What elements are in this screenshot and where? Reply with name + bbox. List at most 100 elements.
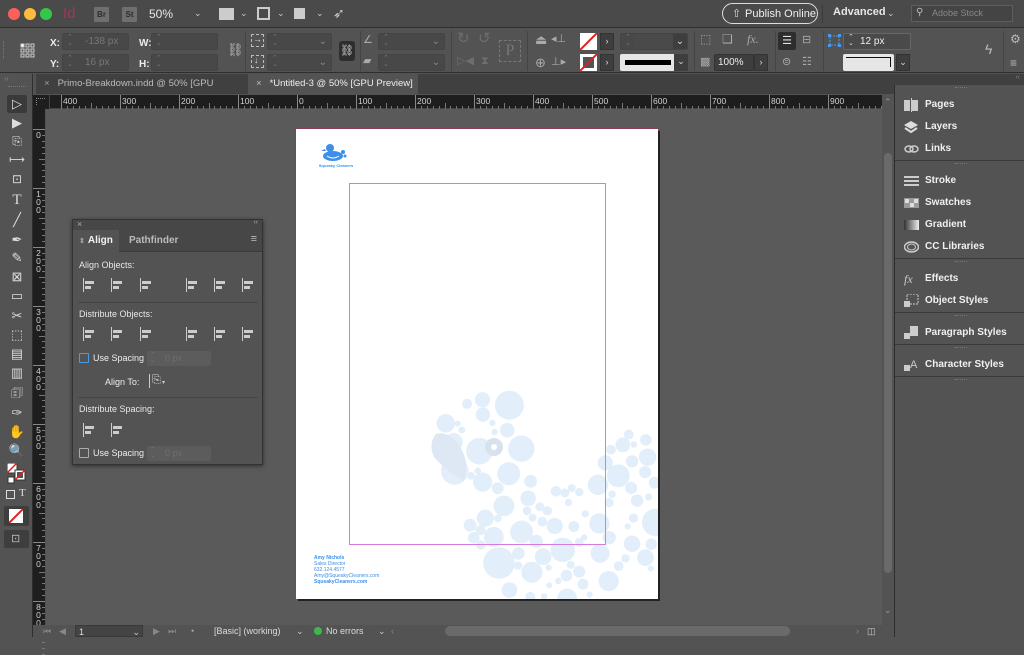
errors-dropdown-icon[interactable]: ⌄ <box>378 625 386 637</box>
distribute-objects-1-icon[interactable] <box>82 327 96 341</box>
stock-button[interactable]: St <box>122 7 137 22</box>
flip-vertical-icon[interactable]: ⧗ <box>481 55 489 68</box>
x-position-field[interactable]: ⌃ ⌄ -138 px <box>62 33 129 50</box>
page-number-field[interactable]: 1 ⌄ <box>75 625 143 637</box>
settings-gear-icon[interactable]: ⚙ <box>1010 33 1021 46</box>
fill-stroke-swatch-icon[interactable] <box>7 463 27 485</box>
page-tool-icon[interactable]: ⎘ <box>7 132 27 150</box>
select-next-object-icon[interactable]: ⊥▸ <box>551 56 566 69</box>
note-tool-icon[interactable]: 🗊 <box>7 384 27 402</box>
formatting-container-icon[interactable] <box>6 490 15 499</box>
panel-cc-libraries[interactable]: CC Libraries <box>895 236 1024 258</box>
shear-angle-field[interactable]: ⌃ ⌄ ⌄ <box>378 54 445 71</box>
rotate-clockwise-icon[interactable]: ↻ <box>457 31 470 46</box>
panel-object-styles[interactable]: Object Styles <box>895 290 1024 312</box>
panel-effects[interactable]: fx Effects <box>895 268 1024 290</box>
wrap-around-bounding-box-button[interactable]: ☰ <box>778 32 796 50</box>
tab-primo-breakdown[interactable]: ×Primo-Breakdown.indd @ 50% [GPU Preview… <box>36 74 246 109</box>
rectangle-frame-tool-icon[interactable]: ⊠ <box>7 268 27 286</box>
opacity-field[interactable]: 100% <box>714 54 754 71</box>
rotation-angle-field[interactable]: ⌃ ⌄ ⌄ <box>378 33 445 50</box>
select-previous-object-icon[interactable]: ◂⊥ <box>551 33 566 46</box>
preflight-icon[interactable]: ◔ <box>189 625 194 637</box>
zoom-level[interactable]: 50% <box>149 7 173 21</box>
use-spacing-checkbox-1[interactable] <box>79 353 89 363</box>
wrap-around-shape-icon[interactable]: ⊟ <box>802 34 811 47</box>
zoom-tool-icon[interactable]: 🔍 <box>7 442 27 460</box>
line-tool-icon[interactable]: ╱ <box>7 211 27 229</box>
content-collector-tool-icon[interactable]: ⊡ <box>7 170 27 188</box>
fill-swatch-dropdown[interactable]: › <box>600 33 614 50</box>
stroke-style-preview[interactable] <box>843 54 894 71</box>
scissors-tool-icon[interactable]: ✂ <box>7 307 27 325</box>
scroll-right-icon[interactable]: › <box>856 625 859 637</box>
distribute-objects-5-icon[interactable] <box>213 327 227 341</box>
preflight-errors[interactable]: No errors <box>326 625 364 637</box>
direct-selection-tool-icon[interactable]: ▶ <box>7 114 27 132</box>
align-objects-4-icon[interactable] <box>185 278 199 292</box>
formatting-text-icon[interactable]: T <box>19 487 26 499</box>
view-options-icon[interactable] <box>219 8 234 20</box>
stroke-swatch-dropdown[interactable]: › <box>600 54 614 71</box>
hand-tool-icon[interactable]: ✋ <box>7 423 27 441</box>
scroll-left-icon[interactable]: ‹ <box>391 625 394 637</box>
distribute-spacing-2-icon[interactable] <box>110 423 124 437</box>
opacity-dropdown[interactable]: › <box>754 54 768 71</box>
align-objects-2-icon[interactable] <box>110 278 124 292</box>
gradient-feather-tool-icon[interactable]: ▥ <box>7 364 27 382</box>
close-window-button[interactable] <box>8 8 20 20</box>
scale-y-field[interactable]: ⌃ ⌄ ⌄ <box>267 54 332 71</box>
corner-options-icon[interactable]: ⬚ <box>700 33 711 46</box>
adobe-stock-search[interactable]: ⚲ Adobe Stock <box>911 5 1013 22</box>
distribute-objects-3-icon[interactable] <box>139 327 153 341</box>
horizontal-ruler[interactable]: 400 300 200 100 0 100 200 300 400 500 600 700 800 900 <box>50 95 883 109</box>
ruler-origin[interactable] <box>33 95 50 109</box>
document-page[interactable]: Squeaky Cleaners Amy Nichols Sales Direc… <box>296 129 658 599</box>
height-field[interactable]: ⌃ ⌄ <box>151 54 218 71</box>
panel-layers[interactable]: Layers <box>895 116 1024 138</box>
type-tool-icon[interactable]: T <box>7 191 27 209</box>
apply-none-button[interactable] <box>4 506 29 526</box>
gradient-swatch-tool-icon[interactable]: ▤ <box>7 345 27 363</box>
control-panel-menu-icon[interactable]: ≡ <box>1010 57 1017 70</box>
reference-point-icon[interactable] <box>20 43 36 59</box>
quick-apply-icon[interactable]: ϟ <box>985 42 992 56</box>
pen-tool-icon[interactable]: ✒ <box>7 231 27 249</box>
screen-mode-chevron-icon[interactable]: ⌄ <box>277 8 285 19</box>
panel-menu-icon[interactable]: ≡ <box>251 233 257 245</box>
jump-object-icon[interactable]: ⊜ <box>782 56 791 69</box>
rotate-counterclockwise-icon[interactable]: ↺ <box>478 31 491 46</box>
panel-gradient[interactable]: Gradient <box>895 214 1024 236</box>
panel-character-styles[interactable]: A Character Styles <box>895 354 1024 376</box>
screen-mode-button[interactable]: ⊡ <box>4 530 29 548</box>
close-panel-icon[interactable]: × <box>77 219 82 229</box>
stroke-none-swatch[interactable] <box>580 54 597 71</box>
view-options-chevron-icon[interactable]: ⌄ <box>240 8 248 19</box>
align-objects-3-icon[interactable] <box>139 278 153 292</box>
eyedropper-tool-icon[interactable]: ✑ <box>7 404 27 422</box>
profile-dropdown-icon[interactable]: ⌄ <box>296 625 304 637</box>
preflight-profile[interactable]: [Basic] (working) <box>214 625 281 637</box>
collapse-dock-icon[interactable]: ‹‹ <box>1015 74 1020 81</box>
stroke-weight-field[interactable]: ⌃ ⌄ ⌄ <box>620 33 688 50</box>
align-objects-6-icon[interactable] <box>241 278 255 292</box>
distribute-objects-2-icon[interactable] <box>110 327 124 341</box>
workspace-switcher[interactable]: Advanced <box>833 6 886 18</box>
workspace-chevron-icon[interactable]: ⌄ <box>887 8 895 19</box>
publish-online-button[interactable]: ⇧ Publish Online <box>722 3 818 24</box>
select-container-icon[interactable]: ⏏ <box>535 33 547 46</box>
zoom-dropdown-icon[interactable]: ⌄ <box>194 8 202 19</box>
close-tab-icon[interactable]: × <box>44 78 50 89</box>
arrange-documents-chevron-icon[interactable]: ⌄ <box>316 8 324 19</box>
distribute-objects-6-icon[interactable] <box>241 327 255 341</box>
previous-page-icon[interactable]: ◀ <box>59 625 66 637</box>
stroke-weight-px-field[interactable]: ⌃ ⌄ 12 px <box>843 33 911 50</box>
page-dropdown-icon[interactable]: ⌄ <box>132 626 140 638</box>
scale-x-field[interactable]: ⌃ ⌄ ⌄ <box>267 33 332 50</box>
selection-tool-icon[interactable]: ▷ <box>7 95 27 113</box>
panel-pages[interactable]: Pages <box>895 94 1024 116</box>
screen-mode-icon[interactable] <box>257 7 270 20</box>
text-frame-options-icon[interactable] <box>828 34 841 47</box>
horizontal-scroll-thumb[interactable] <box>445 626 790 636</box>
constrain-scale-button[interactable]: ⛓ <box>339 41 355 61</box>
